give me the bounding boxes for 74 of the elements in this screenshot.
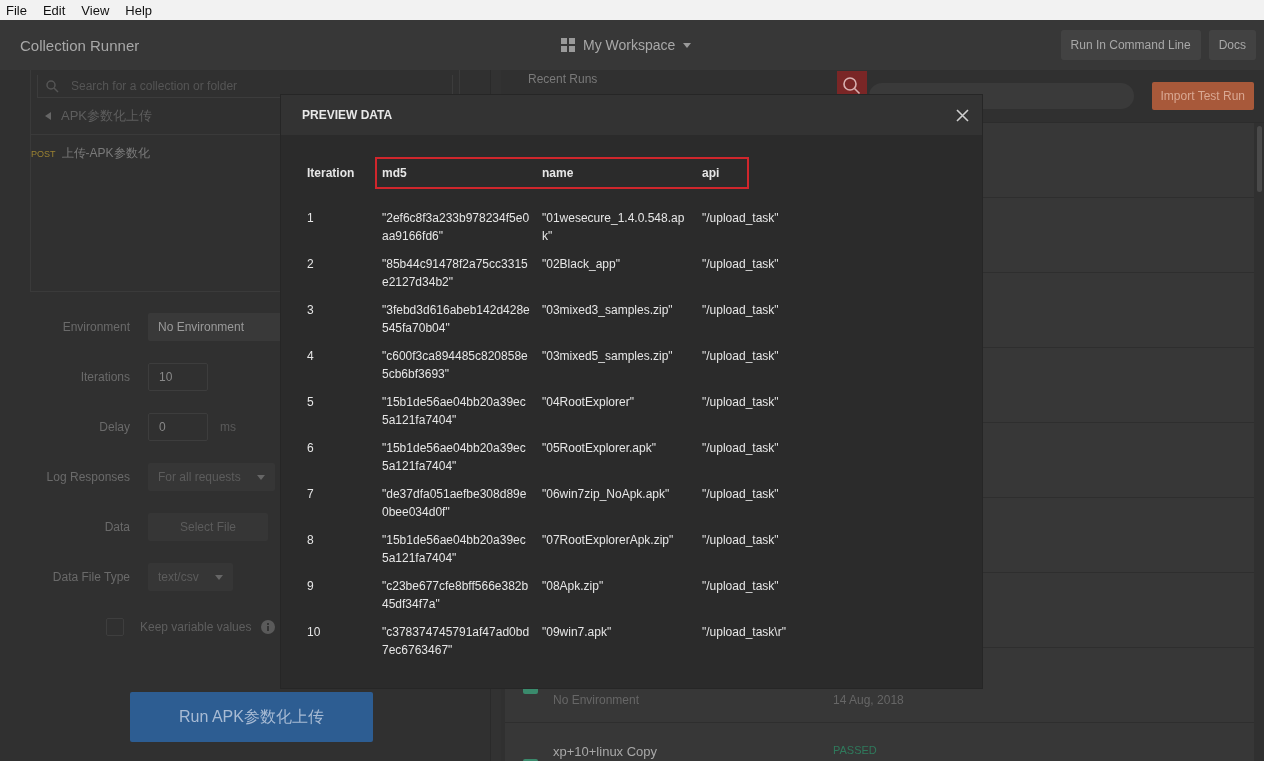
table-cell-text: "15b1de56ae04bb20a39ec5a121fa7404" [382,394,527,429]
table-cell-text: "07RootExplorerApk.zip" [542,532,675,549]
column-header: api [702,166,721,180]
setting-label: Log Responses [46,470,130,484]
table-cell-text: "/upload_task" [702,486,780,503]
table-cell-text: "01wesecure_1.4.0.548.apk" [542,210,686,245]
table-cell-text: 9 [307,578,315,595]
section-title: Recent Runs [528,72,598,86]
table-cell-text: 6 [307,440,315,457]
table-cell-text: "08Apk.zip" [542,578,605,595]
header-button[interactable]: Docs [1208,30,1256,60]
table-cell-text: 4 [307,348,315,365]
setting-label: Environment [62,320,130,334]
table-cell-text: "15b1de56ae04bb20a39ec5a121fa7404" [382,440,527,475]
run-card[interactable]: xp+10+linux Copy PASSED [505,723,1254,761]
table-cell-text: "09win7.apk" [542,624,613,641]
setting-label: Delay [99,420,130,434]
table-cell-text: "2ef6c8f3a233b978234f5e0aa9166fd6" [382,210,531,245]
menu-item[interactable]: View [81,2,110,18]
input-field[interactable]: 0 [148,413,208,441]
table-cell-text: 5 [307,394,315,411]
table-cell-text: 1 [307,210,315,227]
table-cell-text: "c600f3ca894485c820858e5cb6bf3693" [382,348,529,383]
caret-icon [214,574,223,580]
table-cell-text: "02Black_app" [542,256,621,273]
app-title: Collection Runner [20,36,140,54]
table-cell-text: "/upload_task" [702,210,780,227]
setting-label: Data [104,520,130,534]
workspace-switcher[interactable]: My Workspace [561,35,692,55]
run-status: PASSED [833,744,877,758]
table-cell-text: "05RootExplorer.apk" [542,440,657,457]
header-button[interactable]: Run In Command Line [1060,30,1201,60]
table-cell-text: "c378374745791af47ad0bd7ec6763467" [382,624,531,659]
table-cell-text: 8 [307,532,315,549]
table-cell-text: "de37dfa051aefbe308d89e0bee034d0f" [382,486,528,521]
table-cell-text: "/upload_task" [702,256,780,273]
table-cell-text: "/upload_task" [702,348,780,365]
caret-icon [256,474,265,480]
table-cell-text: 10 [307,624,322,641]
table-cell-text: "03mixed5_samples.zip" [542,348,674,365]
grid-icon [561,38,575,52]
column-header: md5 [382,166,408,180]
column-header: Iteration [307,166,356,180]
table-cell-text: "04RootExplorer" [542,394,635,411]
table-cell-text: 7 [307,486,315,503]
import-button[interactable]: Import Test Run [1151,82,1254,110]
input-field[interactable]: 10 [148,363,208,391]
table-cell-text: "/upload_task" [702,440,780,457]
run-title: xp+10+linux Copy [553,744,659,760]
table-cell-text: "85b44c91478f2a75cc3315e2127d34b2" [382,256,529,291]
table-cell-text: "/upload_task" [702,394,780,411]
table-cell-text: "/upload_task" [702,302,780,319]
menu-item[interactable]: Help [125,2,153,18]
setting-label: Iterations [80,370,130,384]
table-cell-text: "/upload_task\r" [702,624,787,641]
menu-item[interactable]: File [6,2,27,18]
dialog-title: PREVIEW DATA [302,108,393,122]
search-icon [46,79,59,93]
run-button[interactable]: Run APK参数化上传 [130,692,373,742]
method-tag: POST [31,148,56,159]
table-cell-text: 2 [307,256,315,273]
info-icon [261,620,276,634]
caret-icon [683,42,692,48]
close-icon[interactable] [956,108,969,122]
back-icon[interactable] [45,112,51,120]
column-header: name [542,166,575,180]
table-cell-text: "c23be677cfe8bff566e382b45df34f7a" [382,578,530,613]
table-cell-text: "06win7zip_NoApk.apk" [542,486,671,503]
table-cell-text: "03mixed3_samples.zip" [542,302,674,319]
menu-item[interactable]: Edit [42,2,66,18]
table-cell-text: "15b1de56ae04bb20a39ec5a121fa7404" [382,532,527,567]
table-cell-text: "/upload_task" [702,532,780,549]
table-cell-text: "/upload_task" [702,578,780,595]
setting-label: Data File Type [52,570,130,584]
